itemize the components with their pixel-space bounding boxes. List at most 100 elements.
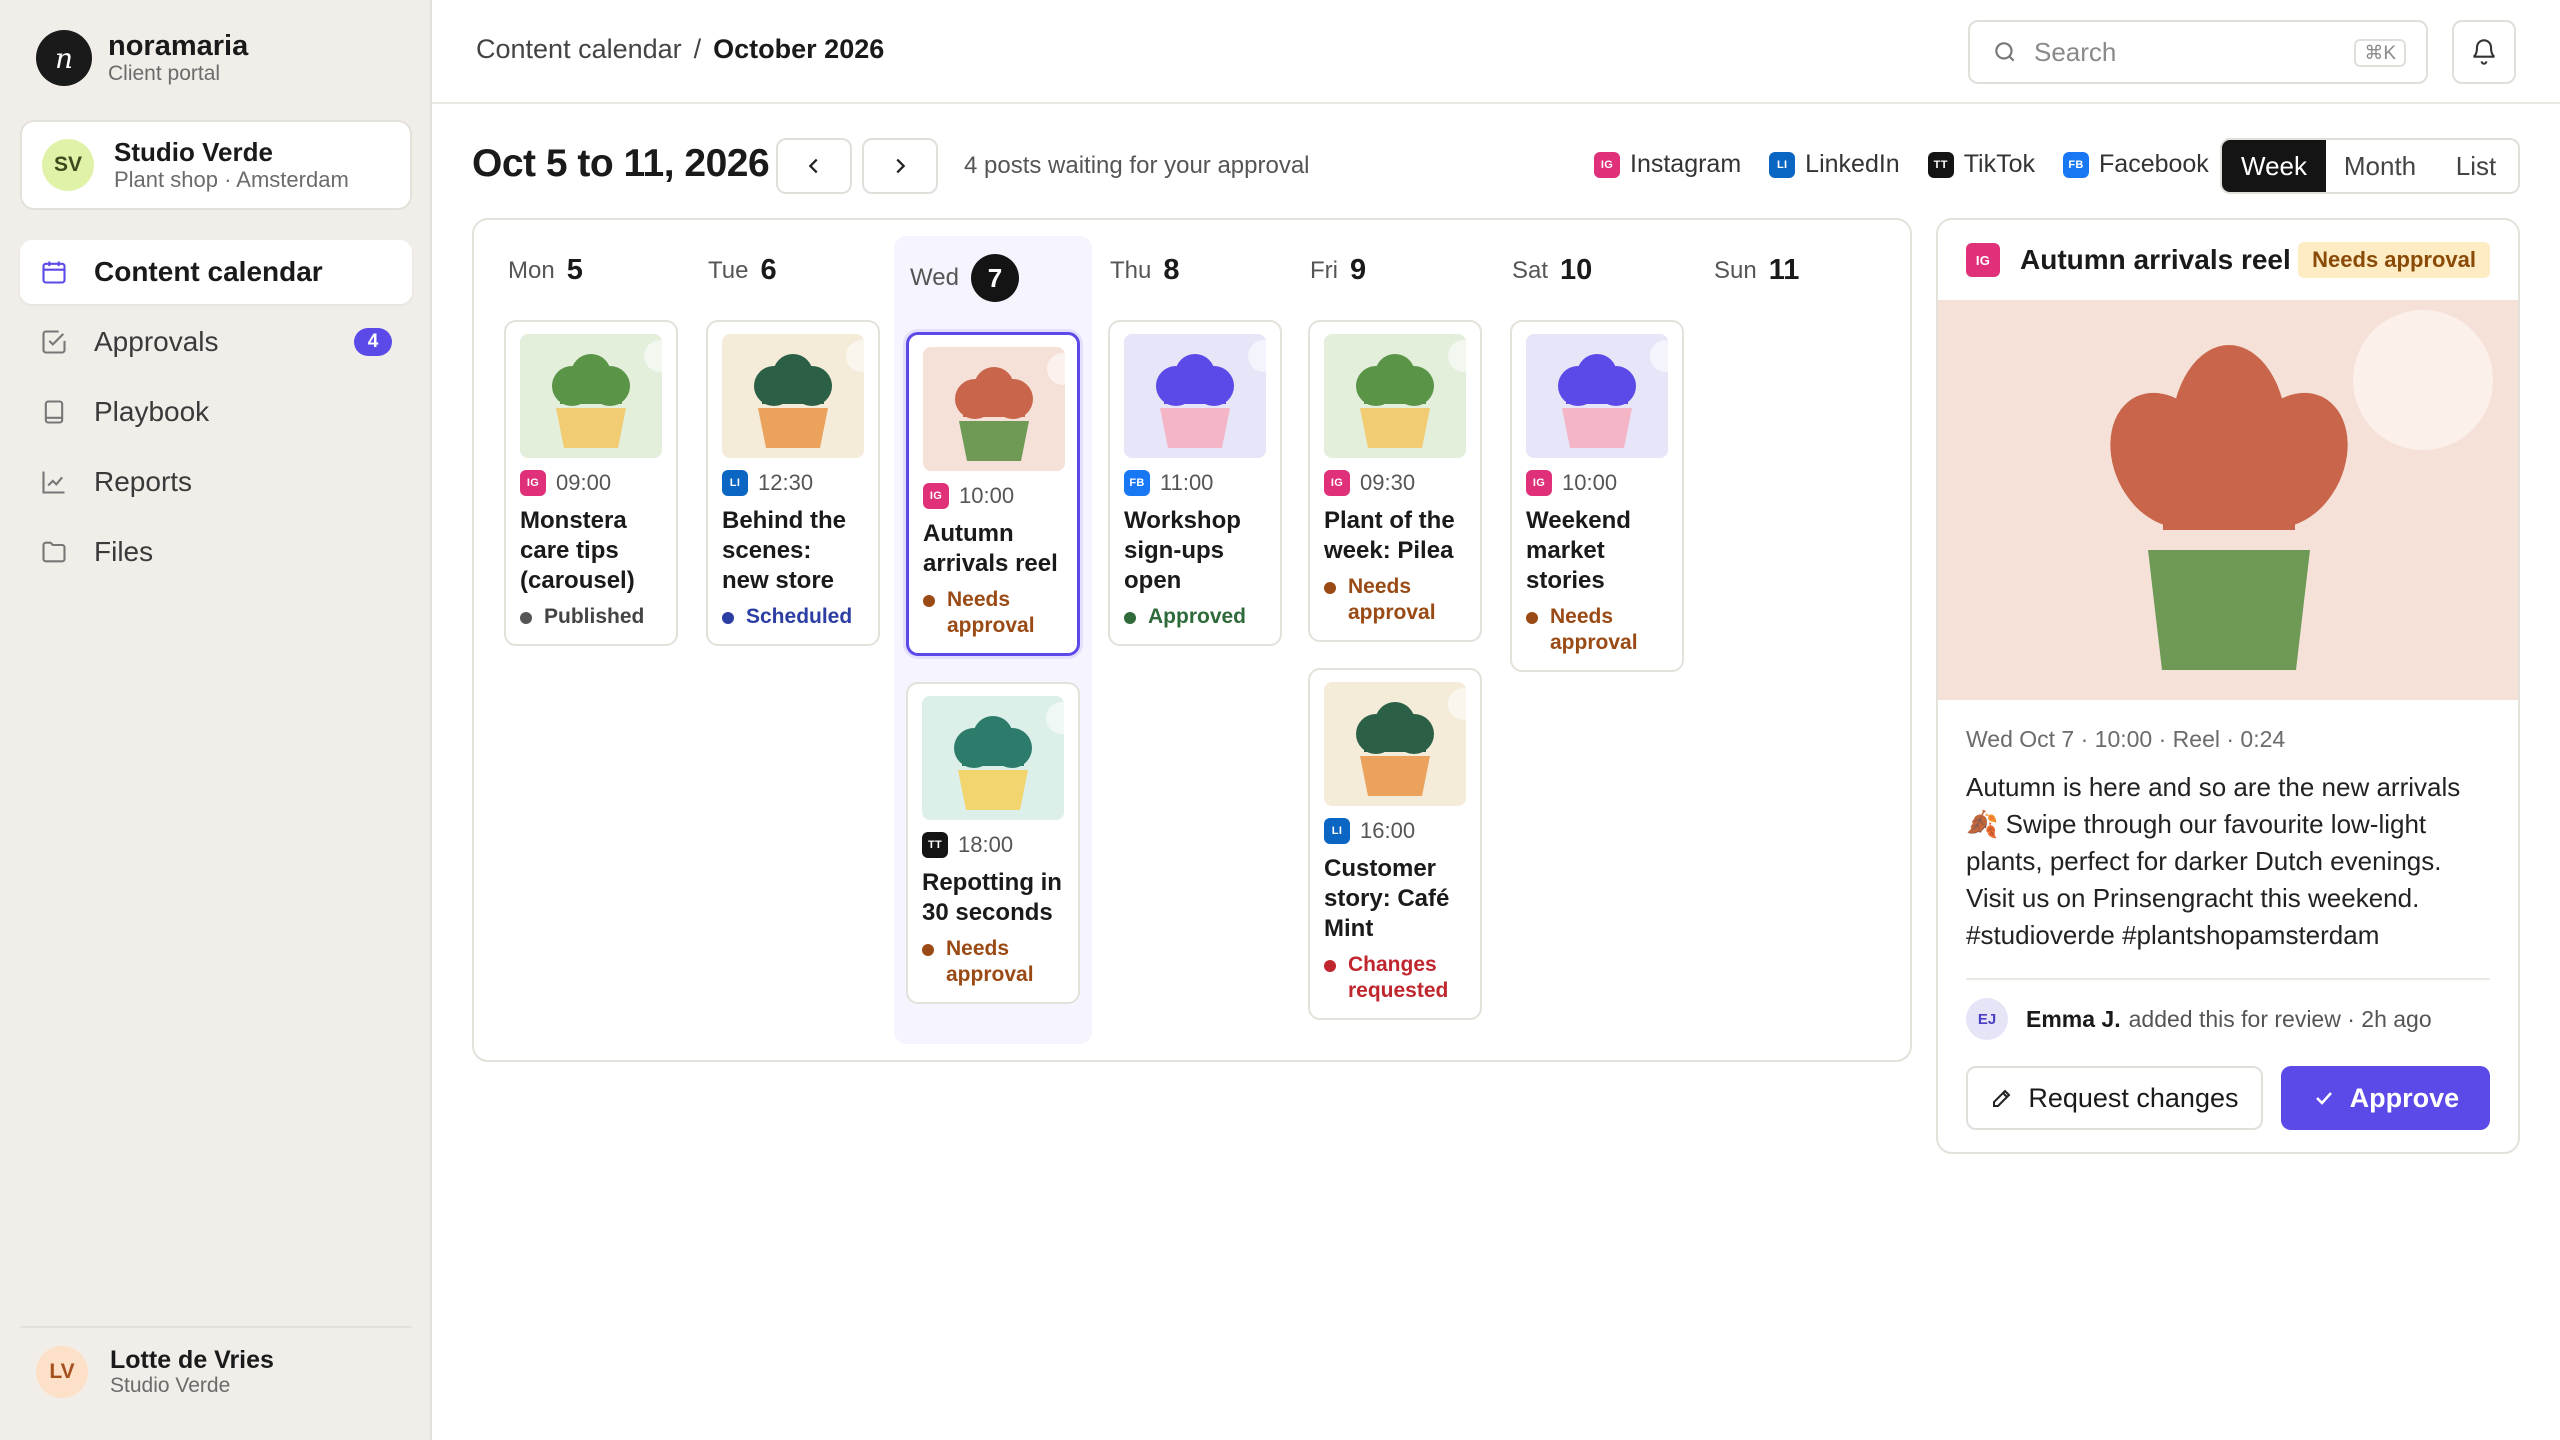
next-week-button[interactable] bbox=[862, 138, 938, 194]
client-name: Studio Verde bbox=[114, 137, 273, 167]
post-thumbnail bbox=[1124, 334, 1266, 458]
page-title: Oct 5 to 11, 2026 bbox=[472, 142, 770, 185]
facebook-icon: FB bbox=[2063, 151, 2090, 178]
tiktok-icon: TT bbox=[922, 832, 948, 858]
sidebar-item-reports[interactable]: Reports bbox=[20, 450, 412, 514]
legend-instagram[interactable]: IG Instagram bbox=[1594, 150, 1741, 179]
day-name: Wed bbox=[910, 264, 959, 291]
day-header-sat: Sat 10 bbox=[1512, 254, 1592, 287]
search-shortcut: ⌘K bbox=[2354, 39, 2406, 67]
post-card[interactable]: LI 16:00 Customer story: Café Mint Change… bbox=[1308, 668, 1482, 1020]
view-list-tab[interactable]: List bbox=[2434, 140, 2518, 192]
sidebar-item-label: Files bbox=[94, 536, 154, 567]
brand-name: noramaria bbox=[108, 30, 249, 62]
post-time: 09:30 bbox=[1360, 470, 1416, 495]
post-title: Plant of the week: Pilea bbox=[1324, 507, 1455, 564]
post-title: Monstera care tips (carousel) bbox=[520, 507, 635, 594]
detail-meta: Wed Oct 7 · 10:00 · Reel · 0:24 bbox=[1966, 726, 2286, 752]
legend-linkedin[interactable]: LI LinkedIn bbox=[1769, 150, 1900, 179]
post-title: Weekend market stories bbox=[1526, 507, 1631, 594]
post-card[interactable]: IG 10:00 Weekend market stories Needs app… bbox=[1510, 320, 1684, 672]
post-time: 18:00 bbox=[958, 832, 1014, 857]
status-label: Needs approval bbox=[947, 588, 1035, 637]
user-profile[interactable]: LV Lotte de Vries Studio Verde bbox=[20, 1326, 412, 1416]
status-label: Needs approval bbox=[1348, 575, 1436, 624]
linkedin-icon: LI bbox=[1769, 151, 1796, 178]
breadcrumb: Content calendar / October 2026 bbox=[476, 34, 884, 65]
review-action-text: added this for review · 2h ago bbox=[2128, 1005, 2432, 1032]
post-title: Behind the scenes: new store bbox=[722, 507, 846, 594]
sidebar-item-label: Playbook bbox=[94, 396, 210, 427]
legend-label: Instagram bbox=[1630, 150, 1742, 178]
checkbox-icon bbox=[38, 326, 70, 358]
status-label: Approved bbox=[1148, 605, 1247, 628]
approve-button[interactable]: Approve bbox=[2280, 1066, 2490, 1130]
post-time: 10:00 bbox=[959, 483, 1015, 508]
status-badge: Needs approval bbox=[923, 587, 1063, 639]
legend-tiktok[interactable]: TT TikTok bbox=[1927, 150, 2035, 179]
linkedin-icon: LI bbox=[722, 470, 748, 496]
instagram-icon: IG bbox=[923, 483, 949, 509]
linkedin-icon: LI bbox=[1324, 818, 1350, 844]
day-number: 9 bbox=[1349, 254, 1367, 286]
legend-facebook[interactable]: FB Facebook bbox=[2063, 150, 2209, 179]
post-thumbnail bbox=[1324, 682, 1466, 806]
instagram-icon: IG bbox=[1594, 151, 1620, 178]
topbar: Content calendar / October 2026 Search ⌘… bbox=[432, 0, 2560, 104]
previous-week-button[interactable] bbox=[776, 138, 852, 194]
search-icon bbox=[1995, 42, 2015, 62]
brand-subtitle: Client portal bbox=[108, 62, 221, 85]
post-card[interactable]: FB 11:00 Workshop sign-ups open Approved bbox=[1108, 320, 1282, 646]
day-header-thu: Thu 8 bbox=[1110, 254, 1180, 287]
chart-line-icon bbox=[38, 466, 70, 498]
week-calendar: Mon 5 Tue 6 Wed 7 Thu 8 Fri 9 Sat 10 Sun 11 IG 0… bbox=[472, 218, 1912, 1062]
post-title: Repotting in 30 seconds bbox=[922, 869, 1062, 926]
status-badge: Needs approval bbox=[1526, 604, 1668, 656]
sidebar-item-files[interactable]: Files bbox=[20, 520, 412, 584]
day-name: Tue bbox=[708, 256, 749, 284]
breadcrumb-parent[interactable]: Content calendar bbox=[476, 34, 682, 65]
sidebar-item-approvals[interactable]: Approvals 4 bbox=[20, 310, 412, 374]
view-toggle: Week Month List bbox=[2220, 138, 2520, 194]
post-meta: IG 10:00 bbox=[1526, 470, 1668, 496]
pencil-icon bbox=[1993, 1089, 2011, 1107]
legend-label: LinkedIn bbox=[1805, 150, 1900, 178]
sidebar-item-playbook[interactable]: Playbook bbox=[20, 380, 412, 444]
post-meta: LI 12:30 bbox=[722, 470, 864, 496]
post-time: 12:30 bbox=[758, 470, 814, 495]
calendar-icon bbox=[38, 256, 70, 288]
post-preview-image[interactable] bbox=[1938, 300, 2518, 700]
post-card[interactable]: IG 09:00 Monstera care tips (carousel) Pu… bbox=[504, 320, 678, 646]
day-header-sun: Sun 11 bbox=[1714, 254, 1799, 287]
client-avatar: SV bbox=[42, 139, 94, 191]
avatar: EJ bbox=[1966, 998, 2008, 1040]
post-caption: Autumn is here and so are the new arriva… bbox=[1966, 772, 2461, 950]
sidebar-item-content-calendar[interactable]: Content calendar bbox=[20, 240, 412, 304]
brand[interactable]: n noramaria Client portal bbox=[36, 30, 248, 86]
book-icon bbox=[38, 396, 70, 428]
day-name: Mon bbox=[508, 256, 555, 284]
post-thumbnail bbox=[520, 334, 662, 458]
post-card[interactable]: LI 12:30 Behind the scenes: new store Sch… bbox=[706, 320, 880, 646]
bell-icon bbox=[2473, 39, 2495, 65]
view-month-tab[interactable]: Month bbox=[2326, 140, 2434, 192]
chevron-left-icon bbox=[808, 158, 818, 174]
pending-approvals-text: 4 posts waiting for your approval bbox=[964, 152, 1310, 179]
client-switcher[interactable]: SV Studio Verde Plant shop · Amsterdam bbox=[20, 120, 412, 210]
day-number: 11 bbox=[1768, 254, 1800, 286]
post-meta: TT 18:00 bbox=[922, 832, 1064, 858]
post-card-selected[interactable]: IG 10:00 Autumn arrivals reel Needs appro… bbox=[906, 332, 1080, 656]
view-week-tab[interactable]: Week bbox=[2222, 140, 2326, 192]
search-input[interactable]: Search ⌘K bbox=[1968, 20, 2428, 84]
post-card[interactable]: IG 09:30 Plant of the week: Pilea Needs a… bbox=[1308, 320, 1482, 642]
detail-title: Autumn arrivals reel bbox=[2020, 244, 2291, 275]
status-label: Needs approval bbox=[946, 937, 1034, 986]
request-changes-button[interactable]: Request changes bbox=[1966, 1066, 2263, 1130]
post-thumbnail bbox=[923, 347, 1065, 471]
approval-actions: Request changes Approve bbox=[1966, 1066, 2490, 1130]
day-name: Thu bbox=[1110, 256, 1152, 284]
notifications-button[interactable] bbox=[2452, 20, 2516, 84]
post-title: Customer story: Café Mint bbox=[1324, 855, 1450, 942]
post-time: 11:00 bbox=[1160, 470, 1214, 495]
post-card[interactable]: TT 18:00 Repotting in 30 seconds Needs ap… bbox=[906, 682, 1080, 1004]
